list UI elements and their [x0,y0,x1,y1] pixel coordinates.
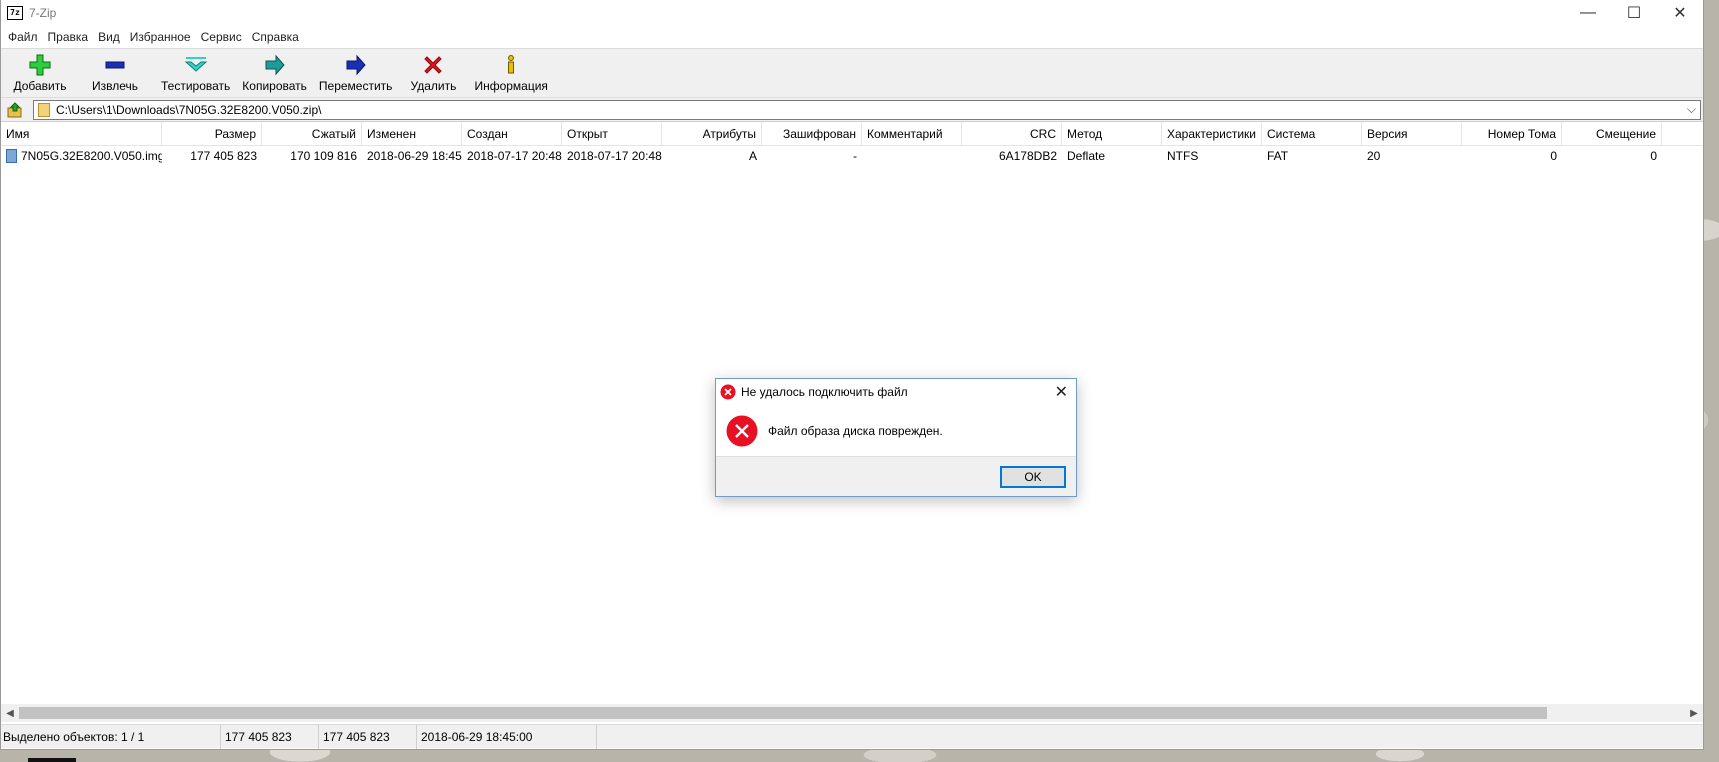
cell-encrypted: - [853,149,857,163]
scroll-left-icon[interactable]: ◀ [1,704,19,722]
status-packed: 177 405 823 [319,724,417,749]
cell-offset: 0 [1650,149,1657,163]
info-button[interactable]: Информация [468,53,553,95]
dialog-title-bar[interactable]: Не удалось подключить файл ✕ [716,379,1076,405]
cell-version: 20 [1367,149,1381,163]
error-icon [720,384,736,400]
col-host-os[interactable]: Система [1262,121,1362,146]
up-folder-button[interactable] [5,100,25,120]
dialog-footer: OK [716,456,1076,496]
test-button[interactable]: Тестировать [155,53,236,95]
status-date: 2018-06-29 18:45:00 [417,724,597,749]
delete-button[interactable]: Удалить [398,53,468,95]
window-title: 7-Zip [29,6,57,20]
col-modified[interactable]: Изменен [362,121,462,146]
add-label: Добавить [13,79,67,93]
chevron-down-icon[interactable]: ⌵ [1687,102,1696,117]
extract-button[interactable]: Извлечь [75,53,155,95]
delete-x-icon [424,56,443,74]
sevenzip-window: 7z 7-Zip — ☐ ✕ Файл Правка Вид Избранное… [0,0,1704,750]
cell-created: 2018-07-17 20:48 [467,149,562,163]
menu-help[interactable]: Справка [247,30,304,44]
file-name: 7N05G.32E8200.V050.img [21,149,162,163]
close-button[interactable]: ✕ [1657,0,1703,26]
add-button[interactable]: Добавить [5,53,75,95]
ok-button[interactable]: OK [1000,466,1066,488]
table-row[interactable]: 7N05G.32E8200.V050.img 177 405 823 170 1… [1,146,1703,166]
col-name[interactable]: Имя [1,121,162,146]
file-icon [6,149,17,163]
cell-crc: 6A178DB2 [998,149,1057,163]
menu-favorites[interactable]: Избранное [125,30,196,44]
copy-button[interactable]: Копировать [236,53,313,95]
status-size: 177 405 823 [221,724,319,749]
col-accessed[interactable]: Открыт [562,121,662,146]
horizontal-scrollbar[interactable]: ◀ ▶ [1,704,1703,722]
copy-label: Копировать [242,79,307,93]
path-field[interactable]: C:\Users\1\Downloads\7N05G.32E8200.V050.… [33,99,1701,120]
col-characteristics[interactable]: Характеристики [1162,121,1262,146]
minimize-button[interactable]: — [1565,0,1611,26]
cell-characteristics: NTFS [1167,149,1199,163]
move-arrow-icon [346,54,366,76]
plus-icon [29,54,51,76]
sevenzip-logo-icon: 7z [7,6,23,20]
col-crc[interactable]: CRC [962,121,1062,146]
menu-edit[interactable]: Правка [43,30,94,44]
copy-arrow-icon [265,54,285,76]
col-version[interactable]: Версия [1362,121,1462,146]
cell-packed: 170 109 816 [290,149,357,163]
scroll-right-icon[interactable]: ▶ [1685,704,1703,722]
col-created[interactable]: Создан [462,121,562,146]
extract-label: Извлечь [91,79,138,93]
cell-host-os: FAT [1267,149,1289,163]
dialog-title: Не удалось подключить файл [741,385,908,399]
menu-view[interactable]: Вид [93,30,125,44]
check-arrow-icon [184,57,207,72]
taskbar-edge [28,758,76,762]
cell-volume: 0 [1550,149,1557,163]
scroll-thumb[interactable] [19,707,1547,719]
col-packed[interactable]: Сжатый [262,121,362,146]
status-selected: Выделено объектов: 1 / 1 [1,724,221,749]
test-label: Тестировать [161,79,231,93]
cell-modified: 2018-06-29 18:45 [367,149,462,163]
col-size[interactable]: Размер [162,121,262,146]
dialog-body: Файл образа диска поврежден. [716,405,1076,457]
maximize-button[interactable]: ☐ [1611,0,1657,26]
col-encrypted[interactable]: Зашифрован [762,121,862,146]
col-volume[interactable]: Номер Тома [1462,121,1562,146]
address-bar: C:\Users\1\Downloads\7N05G.32E8200.V050.… [1,98,1703,122]
info-icon [508,55,515,74]
move-button[interactable]: Переместить [313,53,399,95]
cell-method: Deflate [1067,149,1106,163]
toolbar: Добавить Извлечь Тестировать Копировать … [1,48,1703,98]
minus-icon [105,61,125,69]
cell-attributes: A [748,149,757,163]
title-bar[interactable]: 7z 7-Zip — ☐ ✕ [1,0,1703,26]
table-header: Имя Размер Сжатый Изменен Создан Открыт … [1,121,1703,146]
menu-tools[interactable]: Сервис [196,30,247,44]
status-bar: Выделено объектов: 1 / 1 177 405 823 177… [1,724,1703,749]
col-comment[interactable]: Комментарий [862,121,962,146]
info-label: Информация [474,79,548,93]
cell-size: 177 405 823 [190,149,257,163]
cell-accessed: 2018-07-17 20:48 [567,149,662,163]
zip-icon [38,102,50,117]
folder-up-icon [7,101,22,117]
dialog-close-button[interactable]: ✕ [1055,382,1068,402]
delete-label: Удалить [410,79,457,93]
cell-name: 7N05G.32E8200.V050.img [1,149,162,163]
move-label: Переместить [318,79,393,93]
error-large-icon [726,415,758,447]
path-text: C:\Users\1\Downloads\7N05G.32E8200.V050.… [56,102,322,117]
menu-file[interactable]: Файл [3,30,43,44]
col-method[interactable]: Метод [1062,121,1162,146]
col-attributes[interactable]: Атрибуты [662,121,762,146]
error-dialog: Не удалось подключить файл ✕ Файл образа… [715,378,1077,497]
col-offset[interactable]: Смещение [1562,121,1662,146]
dialog-message: Файл образа диска поврежден. [768,424,943,438]
menu-bar: Файл Правка Вид Избранное Сервис Справка [1,26,1703,48]
